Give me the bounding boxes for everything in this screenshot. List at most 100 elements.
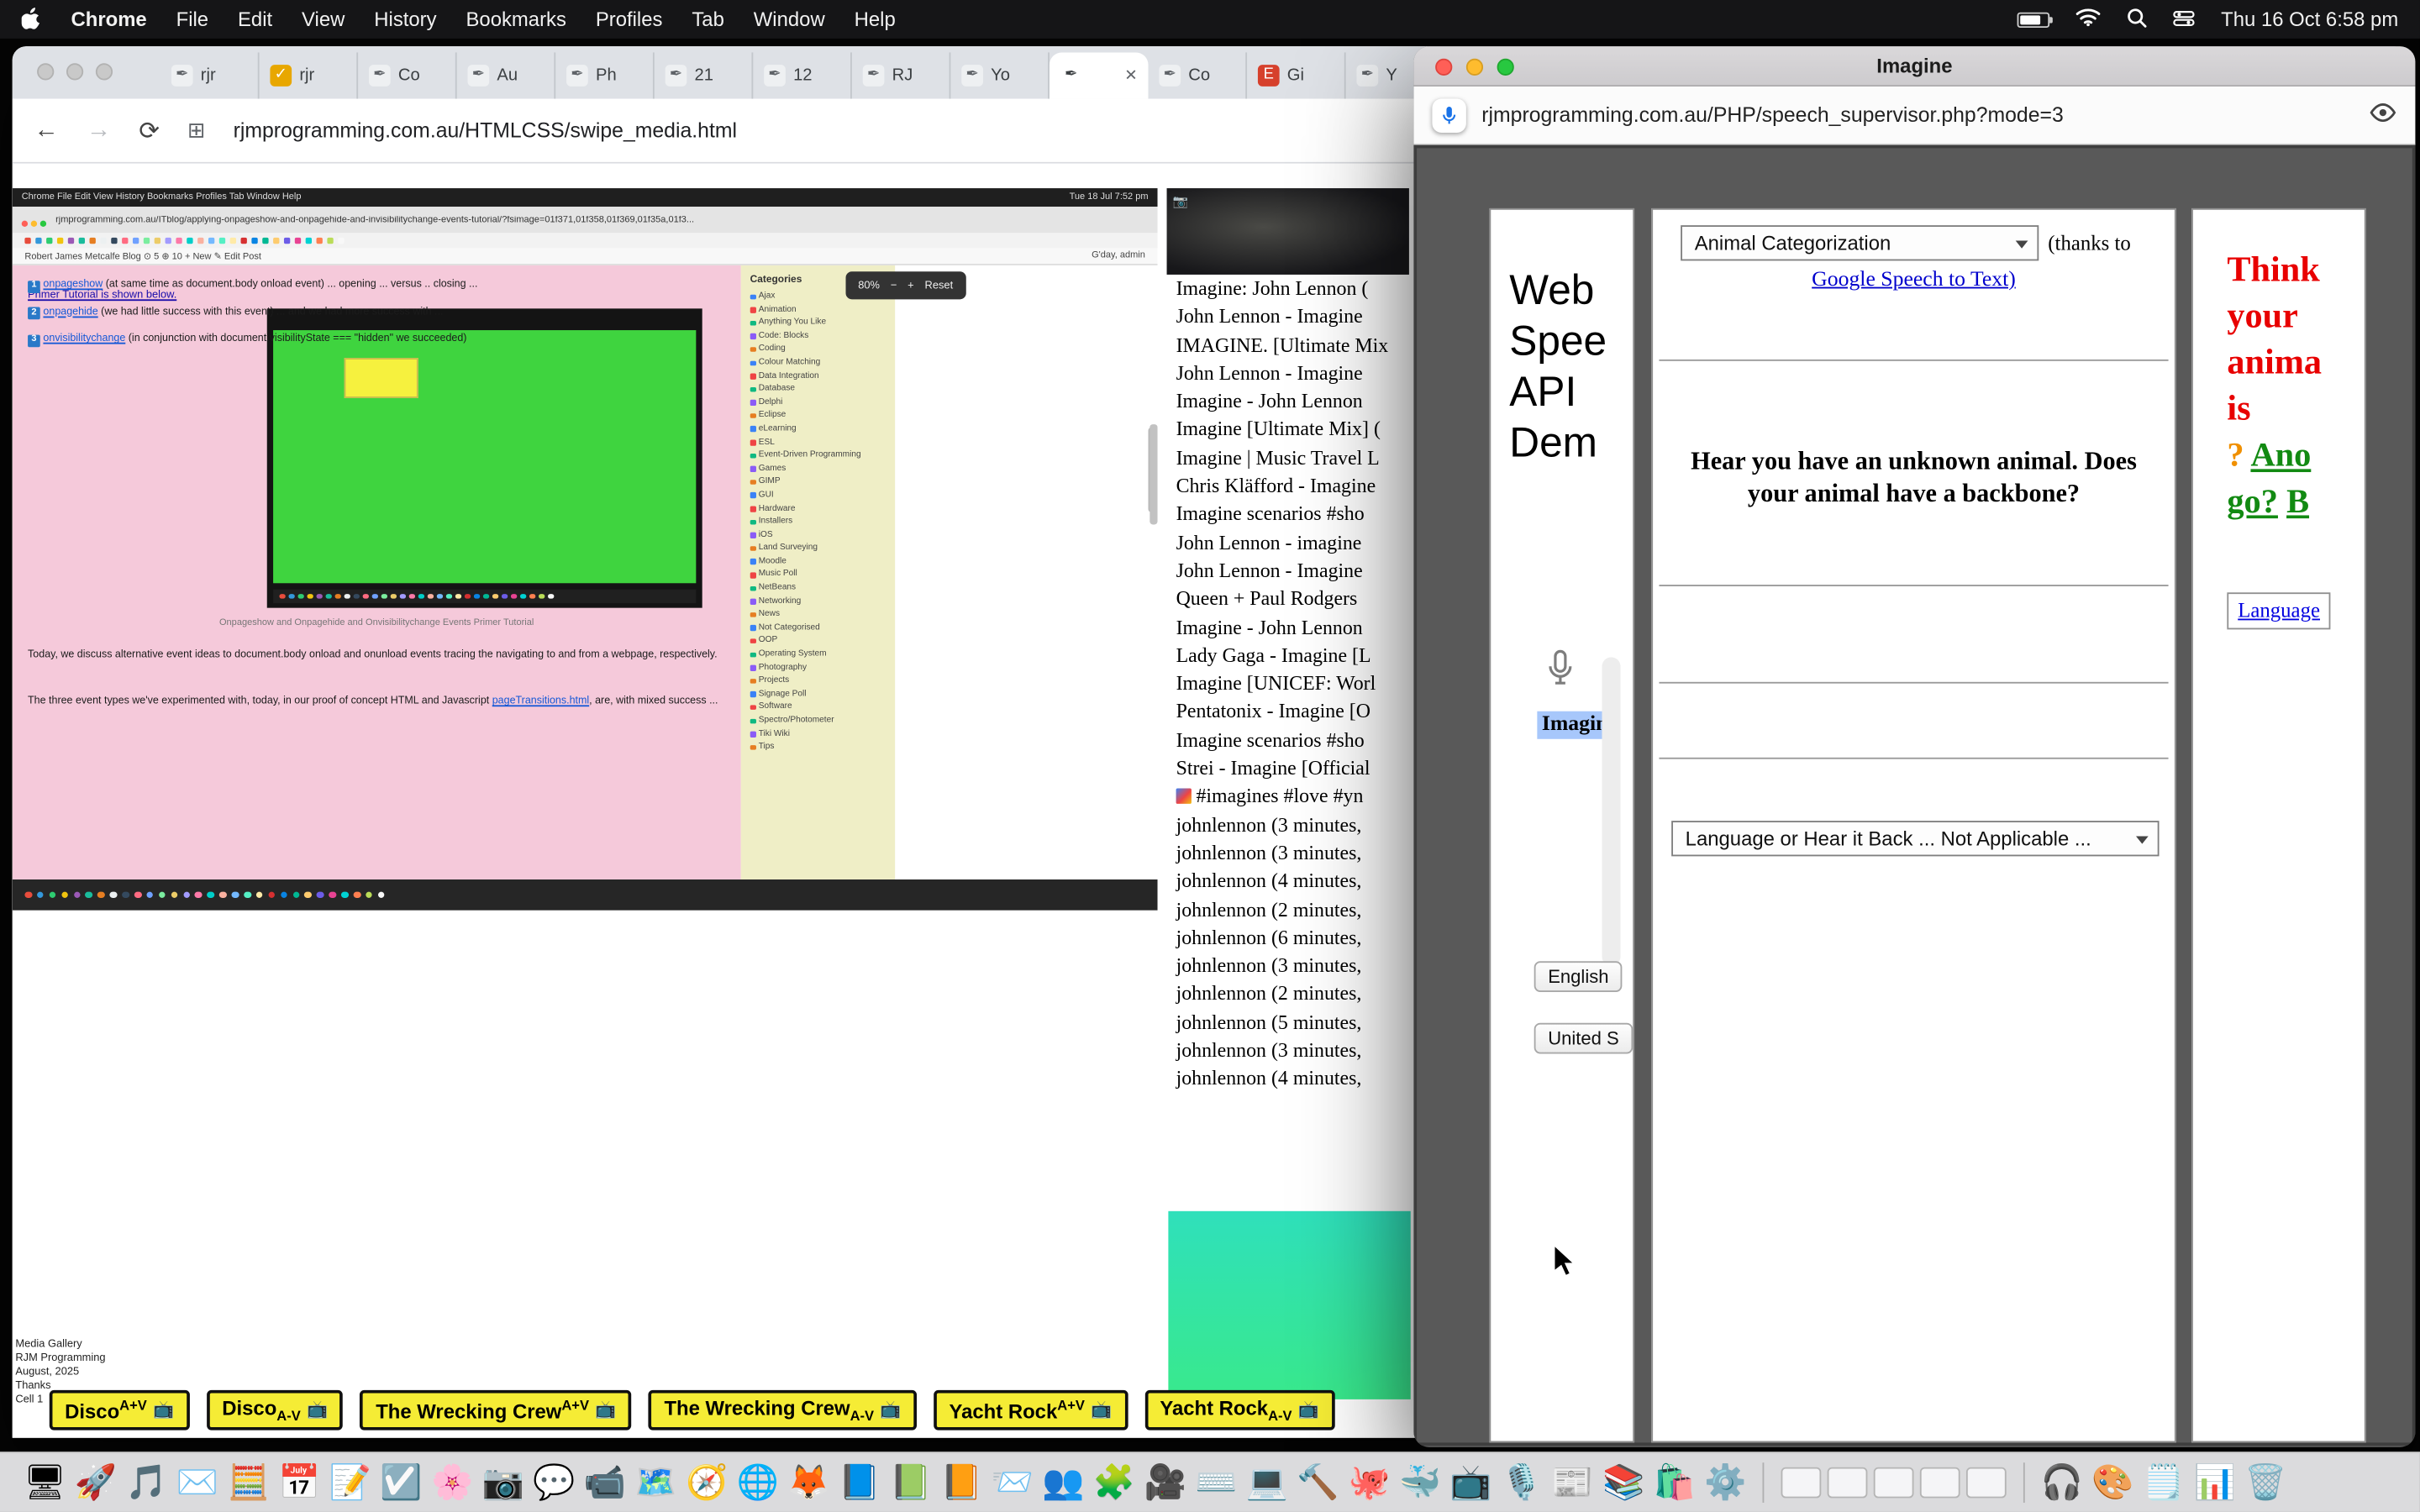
category-item[interactable]: Event-Driven Programming [750,449,889,463]
dock-app-icon[interactable]: 🗒️ [2141,1460,2187,1506]
panel-scrollbar[interactable] [1602,657,1620,965]
minimized-window[interactable] [1920,1467,1960,1499]
tab-close-icon[interactable]: ✕ [1124,67,1137,84]
category-item[interactable]: Anything You Like [750,317,889,330]
minimized-window[interactable] [1874,1467,1914,1499]
dock-app-icon[interactable]: ⌨️ [1193,1460,1239,1506]
category-item[interactable]: Eclipse [750,409,889,423]
category-item[interactable]: Tips [750,741,889,754]
language-link-box[interactable]: Language [2227,592,2330,629]
category-item[interactable]: Games [750,462,889,475]
video-list-item[interactable]: Imagine - John Lennon [1167,613,1409,642]
menu-item-bookmarks[interactable]: Bookmarks [466,8,566,31]
dock-app-icon[interactable]: 🌐 [734,1460,781,1506]
media-play-button[interactable]: Yacht RockA+V 📺 [934,1390,1128,1430]
browser-tab[interactable]: ✒ rjr [160,52,260,98]
zoom-toolbar[interactable]: 80% − + Reset [846,271,965,299]
category-item[interactable]: Moodle [750,555,889,569]
zoom-in-icon[interactable]: + [908,280,914,291]
category-item[interactable]: Database [750,383,889,396]
dock-app-icon[interactable]: 📹 [581,1460,628,1506]
dock-app-icon[interactable]: 📅 [276,1460,323,1506]
video-list-item[interactable]: Imagine scenarios #sho [1167,501,1409,529]
wifi-icon[interactable] [2076,8,2101,31]
menu-item-window[interactable]: Window [754,8,825,31]
media-play-button[interactable]: Yacht RockA-V 📺 [1144,1390,1334,1430]
window-controls[interactable] [37,63,113,80]
dock-app-icon[interactable]: 🛍️ [1651,1460,1697,1506]
category-item[interactable]: GUI [750,489,889,502]
video-list-item[interactable]: John Lennon - imagine [1167,528,1409,557]
video-list-item[interactable]: John Lennon - Imagine [1167,360,1409,388]
category-item[interactable]: Signage Poll [750,688,889,701]
category-item[interactable]: Data Integration [750,370,889,383]
dock-app-icon[interactable]: 📺 [1448,1460,1494,1506]
category-item[interactable]: iOS [750,528,889,542]
video-list-item[interactable]: Strei - Imagine [Official [1167,754,1409,783]
video-list-item[interactable]: johnlennon (3 minutes, [1167,839,1409,868]
category-item[interactable]: Projects [750,675,889,688]
dock-app-icon[interactable]: 🎥 [1142,1460,1188,1506]
category-select[interactable]: Animal Categorization [1681,225,2039,260]
dock-app-icon[interactable]: 📝 [327,1460,373,1506]
dock-app-icon[interactable]: 🚀 [72,1460,118,1506]
video-list-item[interactable]: Pentatonix - Imagine [O [1167,698,1409,727]
media-play-button[interactable]: DiscoA+V 📺 [50,1390,190,1430]
video-list-item[interactable]: IMAGINE. [Ultimate Mix [1167,331,1409,360]
video-list-item[interactable]: Chris Kläfford - Imagine [1167,472,1409,501]
dock-app-icon[interactable]: 📰 [1549,1460,1596,1506]
browser-tab[interactable]: ✒ Co [1149,52,1248,98]
menu-item-history[interactable]: History [374,8,436,31]
category-item[interactable]: Land Surveying [750,542,889,555]
dock-app-icon[interactable]: 🗺️ [633,1460,679,1506]
dock-app-icon[interactable]: 💬 [531,1460,577,1506]
page-transitions-link[interactable]: pageTransitions.html [492,696,589,706]
video-list-item[interactable]: #imagines #love #yn [1167,783,1409,811]
media-play-button[interactable]: DiscoA-V 📺 [207,1390,344,1430]
browser-tab[interactable]: ✒ RJ [852,52,951,98]
imagine-title-bar[interactable]: Imagine [1413,46,2415,87]
category-item[interactable]: Networking [750,595,889,608]
event-link[interactable]: onvisibilitychange [43,333,125,344]
browser-tab[interactable]: ✒ Ph [555,52,655,98]
video-list-item[interactable]: Imagine - John Lennon [1167,387,1409,416]
another-go-link[interactable]: Ano [2250,435,2311,474]
zoom-reset-button[interactable]: Reset [925,280,954,291]
minimized-window[interactable] [1966,1467,2007,1499]
category-item[interactable]: Spectro/Photometer [750,714,889,727]
browser-tab[interactable]: ✒ 21 [655,52,754,98]
dock-app-icon[interactable]: ✉️ [175,1460,221,1506]
microphone-icon[interactable] [1432,98,1465,132]
dock-app-icon[interactable]: 🎵 [124,1460,170,1506]
reload-icon[interactable]: ⟳ [139,115,160,146]
video-list-item[interactable]: johnlennon (2 minutes, [1167,980,1409,1009]
category-item[interactable]: Hardware [750,502,889,516]
dock-app-icon[interactable]: 🌸 [429,1460,476,1506]
dock-app-icon[interactable]: ⚙️ [1702,1460,1749,1506]
category-item[interactable]: Photography [750,661,889,675]
video-list-item[interactable]: johnlennon (3 minutes, [1167,811,1409,839]
dock-app-icon[interactable]: 🧮 [225,1460,271,1506]
menu-bar-clock[interactable]: Thu 16 Oct 6:58 pm [2221,8,2398,31]
video-list-item[interactable]: johnlennon (6 minutes, [1167,924,1409,953]
back-icon[interactable]: ← [34,117,58,144]
zoom-out-icon[interactable]: − [891,280,897,291]
category-item[interactable]: Not Categorised [750,622,889,635]
dock-app-icon[interactable]: 🦊 [786,1460,832,1506]
category-item[interactable]: Music Poll [750,569,889,582]
browser-tab[interactable]: ✒ Co [358,52,457,98]
browser-tab[interactable]: ✒ Yo [950,52,1050,98]
apple-menu-icon[interactable] [22,5,42,33]
video-list-item[interactable]: John Lennon - Imagine [1167,557,1409,585]
spotlight-search-icon[interactable] [2127,7,2147,31]
category-item[interactable]: Installers [750,516,889,529]
media-play-button[interactable]: The Wrecking CrewA+V 📺 [360,1390,632,1430]
video-list-item[interactable]: johnlennon (5 minutes, [1167,1009,1409,1037]
dock-app-icon[interactable]: 🎨 [2090,1460,2136,1506]
category-item[interactable]: Coding [750,343,889,356]
dock-app-icon[interactable]: 🎙️ [1498,1460,1544,1506]
dock-app-icon[interactable]: 🧩 [1092,1460,1138,1506]
video-list-item[interactable]: Imagine | Music Travel L [1167,444,1409,473]
video-thumbnail-image[interactable]: 📷 [1167,188,1409,275]
category-item[interactable]: Colour Matching [750,356,889,370]
